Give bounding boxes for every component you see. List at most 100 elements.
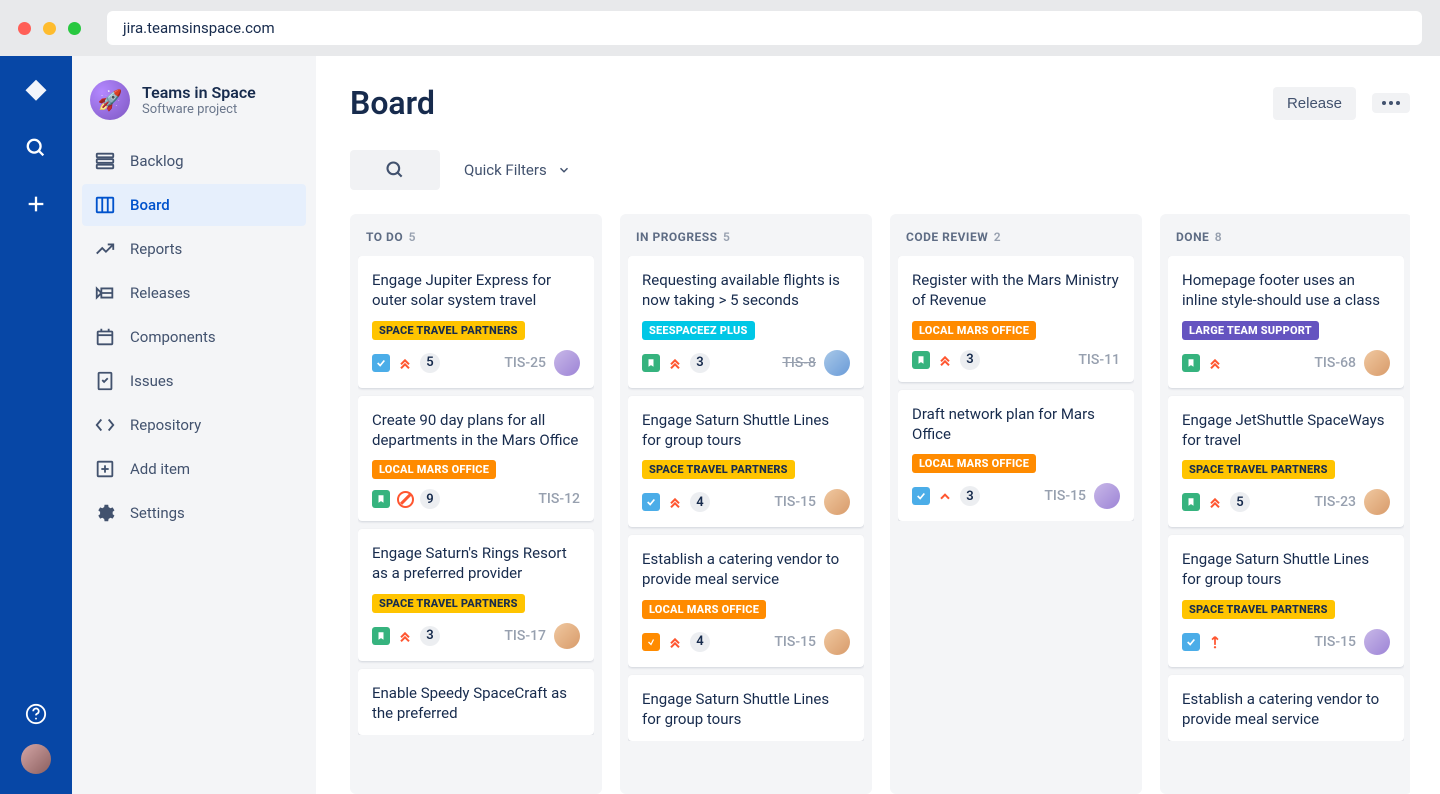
priority-highest-icon <box>666 633 684 651</box>
card-footer: TIS-15 <box>1182 629 1390 655</box>
priority-highest-icon <box>396 627 414 645</box>
url-bar[interactable]: jira.teamsinspace.com <box>107 11 1422 45</box>
card-tag: SPACE TRAVEL PARTNERS <box>372 321 525 340</box>
board-toolbar: Quick Filters <box>350 150 1410 190</box>
sidebar-item-board[interactable]: Board <box>82 184 306 226</box>
card-footer-right: TIS-15 <box>774 489 850 515</box>
sidebar-item-settings[interactable]: Settings <box>82 492 306 534</box>
card-footer-left: 5 <box>1182 492 1250 512</box>
column-cards: Engage Jupiter Express for outer solar s… <box>358 256 594 735</box>
board-column: DONE 8 Homepage footer uses an inline st… <box>1160 214 1410 794</box>
search-icon[interactable] <box>22 134 50 162</box>
issue-card[interactable]: Engage JetShuttle SpaceWays for travelSP… <box>1168 396 1404 528</box>
priority-highest-icon <box>936 351 954 369</box>
assignee-avatar <box>554 623 580 649</box>
sidebar-item-issues[interactable]: Issues <box>82 360 306 402</box>
card-tag: LOCAL MARS OFFICE <box>912 321 1036 340</box>
card-title: Engage Saturn Shuttle Lines for group to… <box>642 689 850 730</box>
jira-logo-icon[interactable] <box>22 78 50 106</box>
card-title: Establish a catering vendor to provide m… <box>1182 689 1390 730</box>
help-icon[interactable] <box>22 700 50 728</box>
card-footer-right: TIS-15 <box>774 629 850 655</box>
card-title: Engage Saturn Shuttle Lines for group to… <box>642 410 850 451</box>
card-estimate: 3 <box>420 626 440 646</box>
column-cards: Homepage footer uses an inline style-sho… <box>1168 256 1404 741</box>
board-column: TO DO 5 Engage Jupiter Express for outer… <box>350 214 602 794</box>
assignee-avatar <box>824 489 850 515</box>
card-footer-left: 5 <box>372 353 440 373</box>
issue-key: TIS-8 <box>782 355 816 371</box>
issue-card[interactable]: Homepage footer uses an inline style-sho… <box>1168 256 1404 388</box>
create-icon[interactable] <box>22 190 50 218</box>
kanban-board: TO DO 5 Engage Jupiter Express for outer… <box>350 214 1410 794</box>
task-type-icon <box>372 354 390 372</box>
url-text: jira.teamsinspace.com <box>123 19 275 37</box>
sidebar-item-add[interactable]: Add item <box>82 448 306 490</box>
sidebar-item-repository[interactable]: Repository <box>82 404 306 446</box>
issue-card[interactable]: Register with the Mars Ministry of Reven… <box>898 256 1134 382</box>
nav-label: Components <box>130 328 216 346</box>
issue-card[interactable]: Engage Saturn Shuttle Lines for group to… <box>628 396 864 528</box>
card-footer: 3 TIS-17 <box>372 623 580 649</box>
card-estimate: 3 <box>960 486 980 506</box>
project-header[interactable]: 🚀 Teams in Space Software project <box>82 80 306 140</box>
column-cards: Register with the Mars Ministry of Reven… <box>898 256 1134 521</box>
story-type-icon <box>642 354 660 372</box>
card-title: Enable Speedy SpaceCraft as the preferre… <box>372 683 580 724</box>
nav-label: Releases <box>130 284 190 302</box>
issue-card[interactable]: Engage Jupiter Express for outer solar s… <box>358 256 594 388</box>
issue-card[interactable]: Engage Saturn's Rings Resort as a prefer… <box>358 529 594 661</box>
board-column: IN PROGRESS 5 Requesting available fligh… <box>620 214 872 794</box>
issue-card[interactable]: Create 90 day plans for all departments … <box>358 396 594 522</box>
issue-card[interactable]: Establish a catering vendor to provide m… <box>1168 675 1404 742</box>
profile-avatar[interactable] <box>21 744 51 774</box>
ellipsis-icon <box>1382 101 1386 105</box>
more-actions-button[interactable] <box>1372 93 1410 113</box>
issue-card[interactable]: Engage Saturn Shuttle Lines for group to… <box>628 675 864 742</box>
story-type-icon <box>372 490 390 508</box>
issue-key: TIS-23 <box>1314 494 1356 510</box>
column-title: DONE <box>1176 230 1209 244</box>
sidebar-item-releases[interactable]: Releases <box>82 272 306 314</box>
issue-card[interactable]: Engage Saturn Shuttle Lines for group to… <box>1168 535 1404 667</box>
column-title: TO DO <box>366 230 403 244</box>
issue-card[interactable]: Establish a catering vendor to provide m… <box>628 535 864 667</box>
issue-key: TIS-68 <box>1314 355 1356 371</box>
window-zoom-icon[interactable] <box>68 22 81 35</box>
card-footer: 4 TIS-15 <box>642 489 850 515</box>
board-search[interactable] <box>350 150 440 190</box>
card-footer-left: 4 <box>642 632 710 652</box>
card-footer-right: TIS-15 <box>1044 483 1120 509</box>
card-footer-right: TIS-17 <box>504 623 580 649</box>
main-content: Board Release Quick Filters <box>316 56 1440 794</box>
card-tag: SPACE TRAVEL PARTNERS <box>1182 460 1335 479</box>
issue-card[interactable]: Draft network plan for Mars OfficeLOCAL … <box>898 390 1134 522</box>
card-footer-left <box>1182 354 1224 372</box>
card-footer: 3 TIS-8 <box>642 350 850 376</box>
card-estimate: 9 <box>420 489 440 509</box>
task-type-icon <box>1182 633 1200 651</box>
issue-key: TIS-11 <box>1078 352 1120 368</box>
assignee-avatar <box>1094 483 1120 509</box>
card-footer-left: 3 <box>912 486 980 506</box>
task-type-icon <box>912 487 930 505</box>
card-footer-left: 9 <box>372 489 440 509</box>
sidebar-item-components[interactable]: Components <box>82 316 306 358</box>
card-footer: 3 TIS-15 <box>912 483 1120 509</box>
window-minimize-icon[interactable] <box>43 22 56 35</box>
story-type-icon <box>912 351 930 369</box>
card-estimate: 3 <box>960 350 980 370</box>
card-title: Register with the Mars Ministry of Reven… <box>912 270 1120 311</box>
sidebar-item-reports[interactable]: Reports <box>82 228 306 270</box>
issue-key: TIS-12 <box>538 491 580 507</box>
card-tag: LARGE TEAM SUPPORT <box>1182 321 1319 340</box>
column-header: IN PROGRESS 5 <box>628 226 864 256</box>
release-button[interactable]: Release <box>1273 87 1356 120</box>
card-footer: TIS-68 <box>1182 350 1390 376</box>
window-close-icon[interactable] <box>18 22 31 35</box>
sidebar-item-backlog[interactable]: Backlog <box>82 140 306 182</box>
assignee-avatar <box>1364 489 1390 515</box>
issue-card[interactable]: Requesting available flights is now taki… <box>628 256 864 388</box>
quick-filters-dropdown[interactable]: Quick Filters <box>464 161 571 179</box>
issue-card[interactable]: Enable Speedy SpaceCraft as the preferre… <box>358 669 594 736</box>
